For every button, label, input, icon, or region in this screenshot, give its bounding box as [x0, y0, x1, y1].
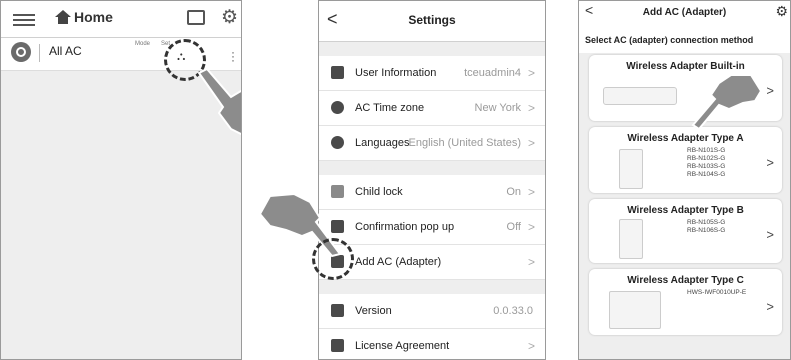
pointing-hand-icon: [197, 67, 241, 136]
chevron-right-icon: >: [766, 83, 774, 98]
clock-icon: [331, 101, 344, 114]
settings-item-label: AC Time zone: [355, 102, 425, 114]
user-icon: [331, 66, 344, 79]
card-title: Wireless Adapter Built-in: [626, 61, 745, 72]
all-ac-label: All AC: [49, 44, 82, 58]
power-icon[interactable]: [11, 42, 31, 62]
settings-item-value: English (United States): [408, 137, 522, 149]
settings-screen: < Settings User Information tceuadmin4 >…: [318, 0, 546, 360]
settings-item-confirmation-pop-up[interactable]: Confirmation pop up Off >: [319, 210, 545, 245]
settings-item-value: New York: [474, 102, 521, 114]
adapter-image: [619, 219, 643, 259]
chevron-right-icon: >: [766, 299, 774, 314]
home-label: Home: [74, 9, 113, 25]
indoor-unit-image: [603, 87, 677, 105]
settings-item-value: Off: [506, 221, 521, 233]
card-title: Wireless Adapter Type A: [627, 133, 744, 144]
page-subtitle: Select AC (adapter) connection method: [579, 25, 790, 53]
settings-item-label: Languages: [355, 137, 410, 149]
settings-item-version[interactable]: Version 0.0.33.0: [319, 294, 545, 329]
chevron-right-icon: >: [527, 220, 535, 234]
adapter-option-type-a[interactable]: Wireless Adapter Type A RB-N101S-G RB-N1…: [589, 127, 782, 193]
settings-item-value: 0.0.33.0: [493, 305, 533, 317]
settings-item-license-agreement[interactable]: License Agreement >: [319, 329, 545, 359]
model-item: HWS-IWF0010UP-E: [687, 289, 747, 296]
model-item: RB-N102S-G: [687, 155, 726, 162]
adapter-option-type-c[interactable]: Wireless Adapter Type C HWS-IWF0010UP-E …: [589, 269, 782, 335]
settings-item-ac-time-zone[interactable]: AC Time zone New York >: [319, 91, 545, 126]
model-item: RB-N104S-G: [687, 171, 726, 178]
hamburger-menu-icon[interactable]: [13, 11, 35, 27]
divider: [39, 44, 40, 62]
settings-item-value: On: [506, 186, 521, 198]
card-title: Wireless Adapter Type B: [627, 205, 744, 216]
document-icon: [331, 339, 344, 352]
settings-header: < Settings: [319, 1, 545, 42]
chevron-right-icon: >: [527, 339, 535, 353]
chevron-right-icon: >: [766, 155, 774, 170]
home-screen: Home ⚙ All AC Mode Set ⛬ · · ·: [0, 0, 242, 360]
settings-item-value: tceuadmin4: [464, 67, 521, 79]
settings-item-label: Confirmation pop up: [355, 221, 455, 233]
adapter-image: [619, 149, 643, 189]
home-title: Home: [55, 9, 113, 25]
model-list: RB-N101S-G RB-N102S-G RB-N103S-G RB-N104…: [687, 147, 725, 179]
card-title: Wireless Adapter Type C: [627, 275, 744, 286]
home-header: Home ⚙: [1, 1, 241, 38]
model-item: RB-N103S-G: [687, 163, 726, 170]
model-list: RB-N105S-G RB-N106S-G: [687, 219, 725, 235]
add-ac-screen: < Add AC (Adapter) ⚙ Select AC (adapter)…: [578, 0, 791, 360]
settings-item-label: Add AC (Adapter): [355, 256, 442, 268]
model-item: RB-N106S-G: [687, 227, 726, 234]
globe-icon: [331, 136, 344, 149]
settings-item-child-lock[interactable]: Child lock On >: [319, 175, 545, 210]
settings-item-user-information[interactable]: User Information tceuadmin4 >: [319, 56, 545, 91]
settings-item-label: User Information: [355, 67, 437, 79]
adapter-option-type-b[interactable]: Wireless Adapter Type B RB-N105S-G RB-N1…: [589, 199, 782, 263]
highlight-circle: [312, 238, 354, 280]
settings-item-label: Version: [355, 305, 392, 317]
page-title: Add AC (Adapter): [642, 7, 727, 18]
info-icon: [331, 304, 344, 317]
add-ac-header: < Add AC (Adapter) ⚙: [579, 1, 790, 25]
chevron-right-icon: >: [527, 255, 535, 269]
model-item: RB-N105S-G: [687, 219, 726, 226]
model-item: RB-N101S-G: [687, 147, 726, 154]
model-list: HWS-IWF0010UP-E: [687, 289, 746, 297]
gear-icon[interactable]: ⚙: [221, 7, 238, 29]
more-options-icon[interactable]: · · ·: [231, 46, 235, 66]
settings-item-label: License Agreement: [355, 340, 450, 352]
home-icon: [55, 10, 71, 24]
chevron-right-icon: >: [527, 66, 535, 80]
device-icon[interactable]: [187, 10, 205, 25]
page-title: Settings: [408, 13, 456, 27]
pointing-hand-icon: [691, 74, 761, 129]
mode-label: Mode: [135, 41, 151, 47]
chevron-right-icon: >: [766, 227, 774, 242]
gear-icon[interactable]: ⚙: [775, 3, 788, 20]
adapter-image: [609, 291, 661, 329]
chevron-right-icon: >: [527, 136, 535, 150]
settings-item-languages[interactable]: Languages English (United States) >: [319, 126, 545, 161]
settings-item-label: Child lock: [355, 186, 403, 198]
chevron-right-icon: >: [527, 185, 535, 199]
chevron-right-icon: >: [527, 101, 535, 115]
